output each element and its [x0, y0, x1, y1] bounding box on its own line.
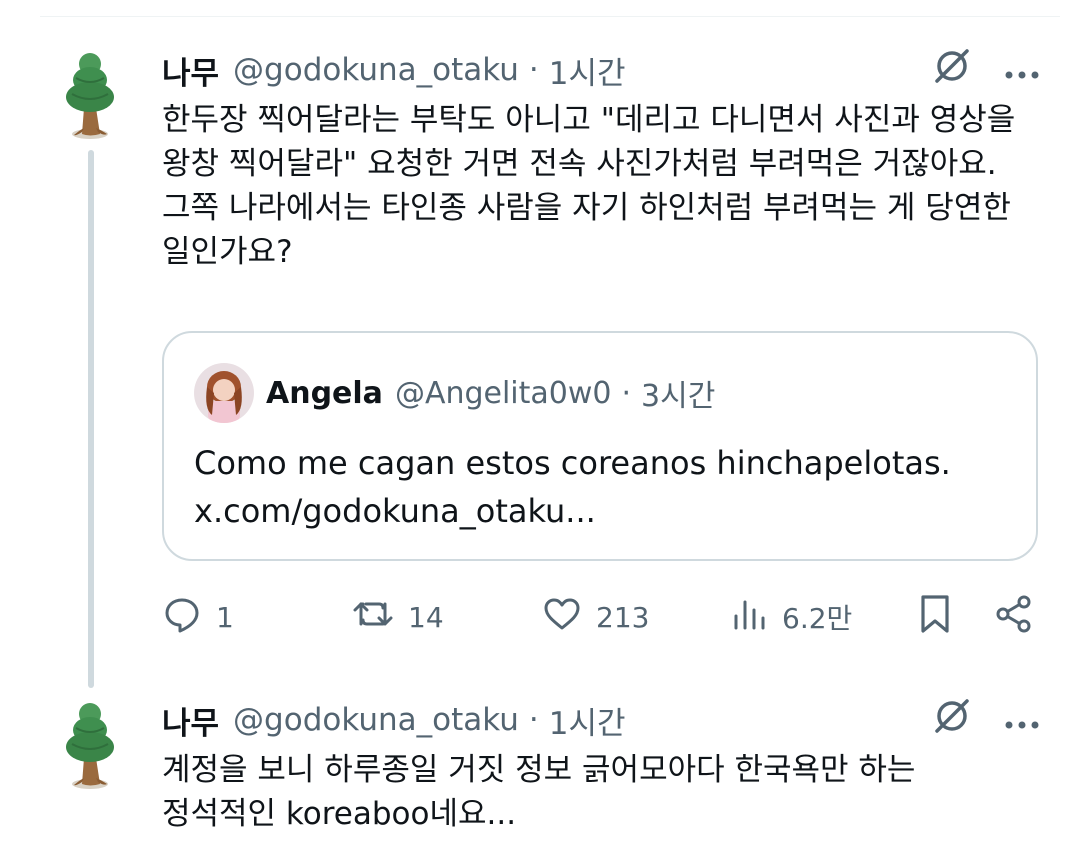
more-options-icon[interactable]	[1004, 702, 1040, 738]
tweet[interactable]: 나무 @godokuna_otaku · 1시간	[162, 698, 1040, 836]
bookmark-icon	[917, 593, 953, 642]
separator-dot: ·	[621, 375, 632, 411]
timestamp[interactable]: 1시간	[549, 48, 626, 93]
views-icon	[732, 594, 768, 641]
quote-handle[interactable]: @Angelita0w0	[395, 376, 612, 411]
quote-display-name[interactable]: Angela	[266, 376, 383, 411]
timestamp[interactable]: 1시간	[549, 698, 626, 743]
display-name[interactable]: 나무	[162, 48, 219, 93]
heart-icon	[542, 594, 582, 641]
bookmark-button[interactable]	[917, 590, 953, 644]
header-actions	[932, 48, 1040, 92]
display-name[interactable]: 나무	[162, 698, 219, 743]
tweet[interactable]: 나무 @godokuna_otaku · 1시간	[162, 48, 1040, 274]
tweet-actions: 1 14 213 6.2만	[162, 590, 1038, 644]
grok-icon[interactable]	[932, 46, 972, 94]
reply-icon	[162, 594, 202, 641]
reply-count: 1	[216, 600, 234, 634]
thread-connector-line	[88, 150, 94, 688]
quote-avatar[interactable]	[194, 363, 254, 423]
quote-text: Como me cagan estos coreanos hinchapelot…	[194, 444, 951, 530]
separator-dot: ·	[528, 702, 539, 738]
tweet-text: 계정을 보니 하루종일 거짓 정보 긁어모아다 한국욕만 하는 정석적인 kor…	[162, 752, 926, 832]
quote-timestamp[interactable]: 3시간	[641, 371, 715, 415]
more-options-icon[interactable]	[1004, 52, 1040, 88]
grok-icon[interactable]	[932, 696, 972, 744]
retweet-count: 14	[408, 600, 444, 634]
header-actions	[932, 698, 1040, 742]
tweet-header: 나무 @godokuna_otaku · 1시간	[162, 48, 1040, 92]
handle[interactable]: @godokuna_otaku	[233, 52, 519, 88]
handle[interactable]: @godokuna_otaku	[233, 702, 519, 738]
retweet-icon	[352, 594, 394, 641]
tweet-header: 나무 @godokuna_otaku · 1시간	[162, 698, 1040, 742]
share-icon	[994, 594, 1034, 641]
like-count: 213	[596, 600, 650, 634]
views-button[interactable]: 6.2만	[732, 590, 852, 644]
tweet-text: 한두장 찍어달라는 부탁도 아니고 "데리고 다니면서 사진과 영상을 왕창 찍…	[162, 102, 1026, 270]
avatar[interactable]	[60, 700, 120, 792]
separator-dot: ·	[528, 52, 539, 88]
quote-tweet-card[interactable]: Angela @Angelita0w0 · 3시간 Como me cagan …	[162, 331, 1038, 561]
quote-header: Angela @Angelita0w0 · 3시간	[194, 363, 715, 423]
reply-button[interactable]: 1	[162, 590, 234, 644]
like-button[interactable]: 213	[542, 590, 649, 644]
retweet-button[interactable]: 14	[352, 590, 444, 644]
avatar[interactable]	[60, 50, 120, 142]
views-count: 6.2만	[782, 602, 853, 635]
timeline: 나무 @godokuna_otaku · 1시간 한두장 찍어달라는 부탁도 아…	[0, 0, 1080, 852]
divider	[40, 16, 1060, 17]
share-button[interactable]	[994, 590, 1034, 644]
